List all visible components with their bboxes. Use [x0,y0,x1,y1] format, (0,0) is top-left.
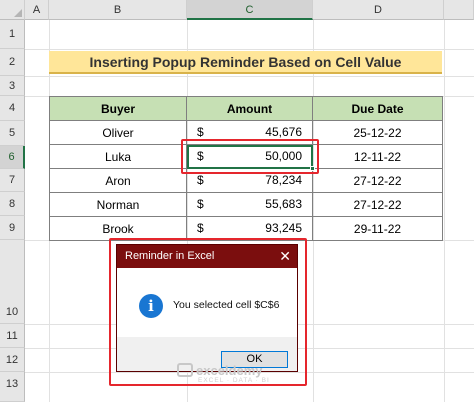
cell-due-date[interactable]: 29-11-22 [312,216,443,241]
cell-buyer[interactable]: Brook [49,216,187,241]
cell-amount[interactable]: $93,245 [186,216,313,241]
dialog-body: i You selected cell $C$6 [117,268,297,337]
row-header-3[interactable]: 3 [0,76,25,96]
row-header-8[interactable]: 8 [0,192,25,216]
cell-buyer[interactable]: Norman [49,192,187,217]
gridline [25,49,474,50]
cell-buyer[interactable]: Luka [49,144,187,169]
row-header-4[interactable]: 4 [0,96,25,121]
sheet-title[interactable]: Inserting Popup Reminder Based on Cell V… [49,51,442,74]
table-header-row: Buyer Amount Due Date [49,96,443,121]
row-header-2[interactable]: 2 [0,49,25,76]
amount-value: 93,245 [265,221,302,235]
dialog-title: Reminder in Excel [125,250,215,262]
header-amount[interactable]: Amount [186,96,313,121]
watermark: exceldemy [177,363,263,378]
column-header-c[interactable]: C [187,0,313,20]
watermark-tagline: EXCEL · DATA · BI [198,377,270,384]
amount-value: 45,676 [265,125,302,139]
cell-due-date[interactable]: 27-12-22 [312,192,443,217]
cell-highlight-box [181,139,319,174]
amount-value: 55,683 [265,197,302,211]
table-row: Brook $93,245 29-11-22 [49,216,443,241]
info-icon: i [139,294,163,318]
gridline [444,20,445,402]
cell-due-date[interactable]: 27-12-22 [312,168,443,193]
cell-due-date[interactable]: 12-11-22 [312,144,443,169]
row-header-5[interactable]: 5 [0,121,25,146]
reminder-dialog: Reminder in Excel ✕ i You selected cell … [116,244,298,372]
column-header-e[interactable] [444,0,474,20]
row-header-1[interactable]: 1 [0,20,25,49]
close-icon[interactable]: ✕ [279,245,291,268]
header-buyer[interactable]: Buyer [49,96,187,121]
exceldemy-logo-icon [177,363,193,377]
row-header-11[interactable]: 11 [0,324,25,348]
watermark-name: exceldemy [196,363,263,378]
dialog-title-bar[interactable]: Reminder in Excel ✕ [117,245,297,268]
cell-buyer[interactable]: Aron [49,168,187,193]
table-row: Norman $55,683 27-12-22 [49,192,443,217]
cell-due-date[interactable]: 25-12-22 [312,120,443,145]
column-header-a[interactable]: A [25,0,49,20]
row-header-7[interactable]: 7 [0,169,25,192]
cell-amount[interactable]: $55,683 [186,192,313,217]
currency-symbol: $ [197,173,204,187]
row-header-12[interactable]: 12 [0,348,25,372]
row-header-13[interactable]: 13 [0,372,25,402]
select-all-corner[interactable] [0,0,25,20]
currency-symbol: $ [197,197,204,211]
currency-symbol: $ [197,221,204,235]
cell-buyer[interactable]: Oliver [49,120,187,145]
row-header-9[interactable]: 9 [0,216,25,240]
header-due-date[interactable]: Due Date [312,96,443,121]
amount-value: 78,234 [265,173,302,187]
column-header-d[interactable]: D [313,0,444,20]
column-header-b[interactable]: B [49,0,187,20]
select-all-triangle-icon [14,9,22,17]
dialog-message: You selected cell $C$6 [173,299,280,311]
row-header-6[interactable]: 6 [0,146,25,169]
gridline [25,76,474,77]
row-header-10[interactable]: 10 [0,240,25,324]
currency-symbol: $ [197,125,204,139]
